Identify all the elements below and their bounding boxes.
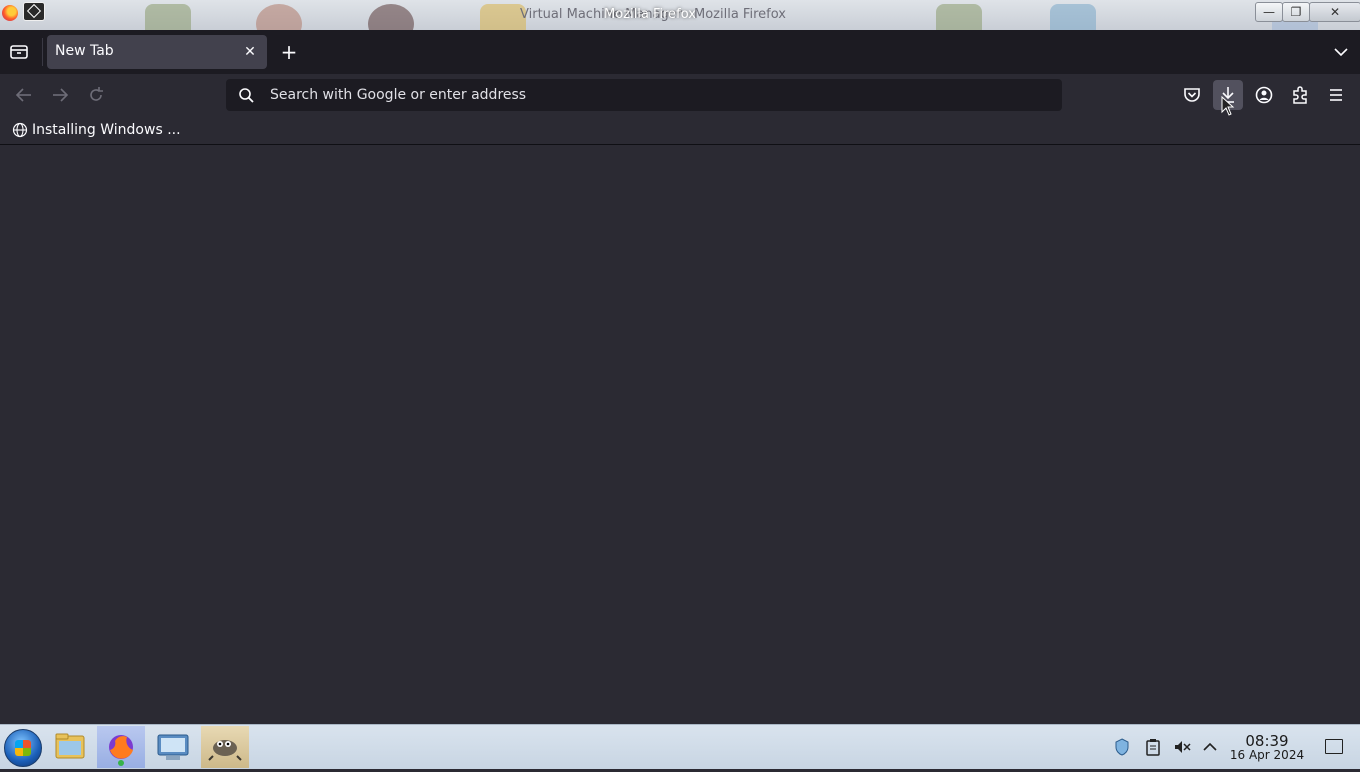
account-button[interactable] <box>1249 80 1279 110</box>
page-content[interactable] <box>0 145 1360 724</box>
taskbar-virtual-machine-manager[interactable] <box>149 726 197 768</box>
firefox-view-icon <box>10 45 28 59</box>
taskbar-file-manager[interactable] <box>46 726 94 768</box>
gimp-icon <box>208 740 242 761</box>
tab-title: New Tab <box>55 43 114 59</box>
navigation-toolbar <box>0 74 1360 116</box>
reload-icon <box>90 87 103 101</box>
pocket-icon <box>1184 88 1200 102</box>
chevron-down-icon <box>1334 48 1348 57</box>
window-titlebar[interactable]: Virtual Machine Manager Mozilla Firefox … <box>0 0 1360 30</box>
list-all-tabs-button[interactable] <box>1332 43 1350 61</box>
address-input[interactable] <box>270 79 1030 111</box>
tab-new-tab[interactable]: New Tab ✕ <box>47 35 267 69</box>
restore-button[interactable]: ❐ <box>1282 2 1310 22</box>
close-tab-icon[interactable]: ✕ <box>241 43 259 61</box>
notification-icon[interactable] <box>1325 739 1343 754</box>
minimize-button[interactable]: — <box>1255 2 1283 22</box>
clipboard-icon[interactable] <box>1144 738 1162 756</box>
search-icon <box>239 88 254 103</box>
forward-arrow-icon <box>53 88 69 102</box>
tab-separator <box>42 38 43 66</box>
tab-strip: New Tab ✕ + <box>0 30 1360 74</box>
back-button[interactable] <box>12 84 36 106</box>
firefox-icon <box>109 735 133 766</box>
bookmarks-toolbar: Installing Windows ... <box>0 116 1360 145</box>
new-tab-button[interactable]: + <box>278 41 300 63</box>
url-bar[interactable] <box>226 79 1062 111</box>
bookmark-item[interactable]: Installing Windows ... <box>8 119 181 141</box>
back-arrow-icon <box>15 88 31 102</box>
extensions-button[interactable] <box>1285 80 1315 110</box>
shield-icon[interactable] <box>1113 738 1131 756</box>
forward-button[interactable] <box>48 84 72 106</box>
file-manager-icon <box>55 733 85 759</box>
globe-icon <box>12 122 28 138</box>
control-panel-icon <box>157 734 189 760</box>
account-icon <box>1255 86 1273 104</box>
pocket-button[interactable] <box>1177 80 1207 110</box>
extensions-icon <box>1293 86 1307 104</box>
volume-muted-icon[interactable] <box>1173 738 1191 756</box>
menu-icon <box>1330 89 1342 101</box>
taskbar-firefox[interactable] <box>97 726 145 768</box>
close-window-button[interactable]: ✕ <box>1309 2 1360 22</box>
start-button[interactable] <box>4 729 42 767</box>
chevron-up-icon[interactable] <box>1201 738 1219 756</box>
app-menu-button[interactable] <box>1321 80 1351 110</box>
mouse-cursor-icon <box>1221 96 1235 116</box>
taskbar-gimp[interactable] <box>201 726 249 768</box>
taskbar: 08:39 16 Apr 2024 <box>0 724 1360 769</box>
bookmark-label: Installing Windows ... <box>32 122 181 138</box>
clock-date[interactable]: 16 Apr 2024 <box>1226 748 1308 762</box>
window-title: Mozilla Firefox <box>604 7 696 22</box>
firefox-view-button[interactable] <box>8 42 30 62</box>
reload-button[interactable] <box>84 84 108 106</box>
